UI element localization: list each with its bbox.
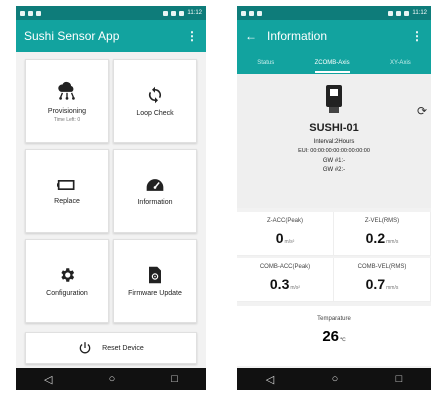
metric-value: 0.7: [365, 276, 386, 292]
status-clock: 11:12: [412, 10, 427, 16]
app-title: Sushi Sensor App: [24, 29, 120, 43]
information-label: Information: [137, 198, 173, 206]
notification-icon: [257, 10, 262, 16]
metric-value-row: 0m/s²: [237, 230, 333, 246]
metric-z-acc: Z-ACC(Peak) 0m/s²: [237, 212, 334, 256]
wifi-icon: [171, 10, 177, 16]
metric-comb-vel: COMB-VEL(RMS) 0.7mm/s: [334, 258, 431, 302]
notification-icon: [28, 10, 33, 16]
firmware-update-button[interactable]: Firmware Update: [113, 239, 197, 323]
gateway-1: GW #1:-: [322, 158, 346, 164]
loop-check-label: Loop Check: [136, 109, 174, 117]
device-summary: ⟳ SUSHI-01 Interval:2Hours EUI: 00:00:00…: [237, 74, 431, 208]
tab-bar: Status ZCOMB-Axis XY-Axis: [237, 52, 431, 74]
notification-icon: [249, 10, 254, 16]
metric-unit: mm/s: [386, 239, 399, 245]
home-icon[interactable]: ○: [332, 373, 339, 385]
replace-label: Replace: [54, 197, 80, 205]
cloud-network-icon: [56, 80, 78, 102]
temperature-panel: Temparature 26℃: [237, 306, 431, 366]
battery-icon: [57, 178, 77, 192]
provisioning-time-left: Time Left: 0: [53, 116, 81, 123]
status-icons-right: 11:12: [388, 10, 427, 16]
recents-icon[interactable]: □: [396, 373, 403, 385]
notification-icon: [36, 10, 41, 16]
notification-icon: [20, 10, 25, 16]
loop-arrows-icon: [146, 86, 164, 104]
speedometer-icon: [145, 177, 165, 193]
gateway-2: GW #2:-: [322, 167, 346, 173]
metric-label: Z-VEL(RMS): [364, 218, 400, 224]
tab-zcomb-axis[interactable]: ZCOMB-Axis: [314, 54, 350, 73]
temperature-unit: ℃: [340, 337, 346, 343]
status-icons-left: [20, 10, 41, 16]
bluetooth-icon: [163, 10, 169, 16]
reset-device-button[interactable]: Reset Device: [25, 332, 197, 364]
metric-label: COMB-ACC(Peak): [259, 264, 311, 270]
metric-value-row: 0.3m/s²: [237, 276, 333, 292]
metric-unit: mm/s: [386, 285, 399, 291]
metric-label: Z-ACC(Peak): [266, 218, 303, 224]
kebab-menu-icon[interactable]: ⋮: [411, 29, 423, 43]
metric-z-vel: Z-VEL(RMS) 0.2mm/s: [334, 212, 431, 256]
back-arrow-icon[interactable]: ←: [245, 29, 257, 43]
information-screen: 11:12 ← Information ⋮ Status ZCOMB-Axis …: [237, 6, 431, 390]
provisioning-button[interactable]: Provisioning Time Left: 0: [25, 59, 109, 143]
bluetooth-icon: [388, 10, 394, 16]
metric-label: COMB-VEL(RMS): [357, 264, 407, 270]
refresh-icon[interactable]: ⟳: [417, 104, 427, 118]
temperature-label: Temparature: [317, 316, 351, 322]
metric-value-row: 0.7mm/s: [334, 276, 430, 292]
metric-value: 0.2: [365, 230, 386, 246]
metric-unit: m/s²: [290, 285, 301, 291]
device-interval: Interval:2Hours: [313, 139, 355, 145]
recents-icon[interactable]: □: [171, 373, 178, 385]
power-icon: [78, 341, 92, 355]
file-gear-icon: [147, 266, 163, 284]
metric-unit: m/s²: [284, 239, 295, 245]
loop-check-button[interactable]: Loop Check: [113, 59, 197, 143]
sensor-device-icon: [325, 84, 343, 119]
configuration-label: Configuration: [46, 289, 88, 297]
replace-button[interactable]: Replace: [25, 149, 109, 233]
tab-xy-axis[interactable]: XY-Axis: [390, 60, 411, 66]
gear-icon: [58, 266, 76, 284]
wifi-icon: [396, 10, 402, 16]
home-icon[interactable]: ○: [109, 373, 116, 385]
temperature-value-row: 26℃: [237, 328, 431, 345]
status-bar: 11:12: [16, 6, 206, 20]
status-clock: 11:12: [187, 10, 202, 16]
home-screen: 11:12 Sushi Sensor App ⋮ Provisioning Ti…: [16, 6, 206, 390]
temperature-value: 26: [322, 328, 340, 345]
metric-comb-acc: COMB-ACC(Peak) 0.3m/s²: [237, 258, 334, 302]
kebab-menu-icon[interactable]: ⋮: [186, 29, 198, 43]
notification-icon: [241, 10, 246, 16]
back-icon[interactable]: ◁: [266, 373, 274, 386]
android-nav-bar: ◁ ○ □: [237, 368, 431, 390]
back-icon[interactable]: ◁: [44, 373, 52, 386]
configuration-button[interactable]: Configuration: [25, 239, 109, 323]
metric-value: 0: [275, 230, 284, 246]
tab-status[interactable]: Status: [257, 60, 274, 66]
metric-value-row: 0.2mm/s: [334, 230, 430, 246]
battery-status-icon: [179, 10, 185, 16]
status-icons-left: [241, 10, 262, 16]
app-bar: ← Information ⋮: [237, 20, 431, 52]
firmware-update-label: Firmware Update: [128, 289, 182, 297]
metric-value: 0.3: [269, 276, 290, 292]
android-nav-bar: ◁ ○ □: [16, 368, 206, 390]
provisioning-label: Provisioning: [47, 107, 87, 115]
battery-status-icon: [404, 10, 410, 16]
page-title: Information: [267, 29, 328, 43]
status-bar: 11:12: [237, 6, 431, 20]
information-button[interactable]: Information: [113, 149, 197, 233]
app-bar: Sushi Sensor App ⋮: [16, 20, 206, 52]
device-name: SUSHI-01: [309, 122, 359, 134]
device-eui: EUI: 00:00:00:00:00:00:00:00: [298, 148, 370, 154]
reset-device-label: Reset Device: [102, 344, 144, 352]
status-icons-right: 11:12: [163, 10, 202, 16]
